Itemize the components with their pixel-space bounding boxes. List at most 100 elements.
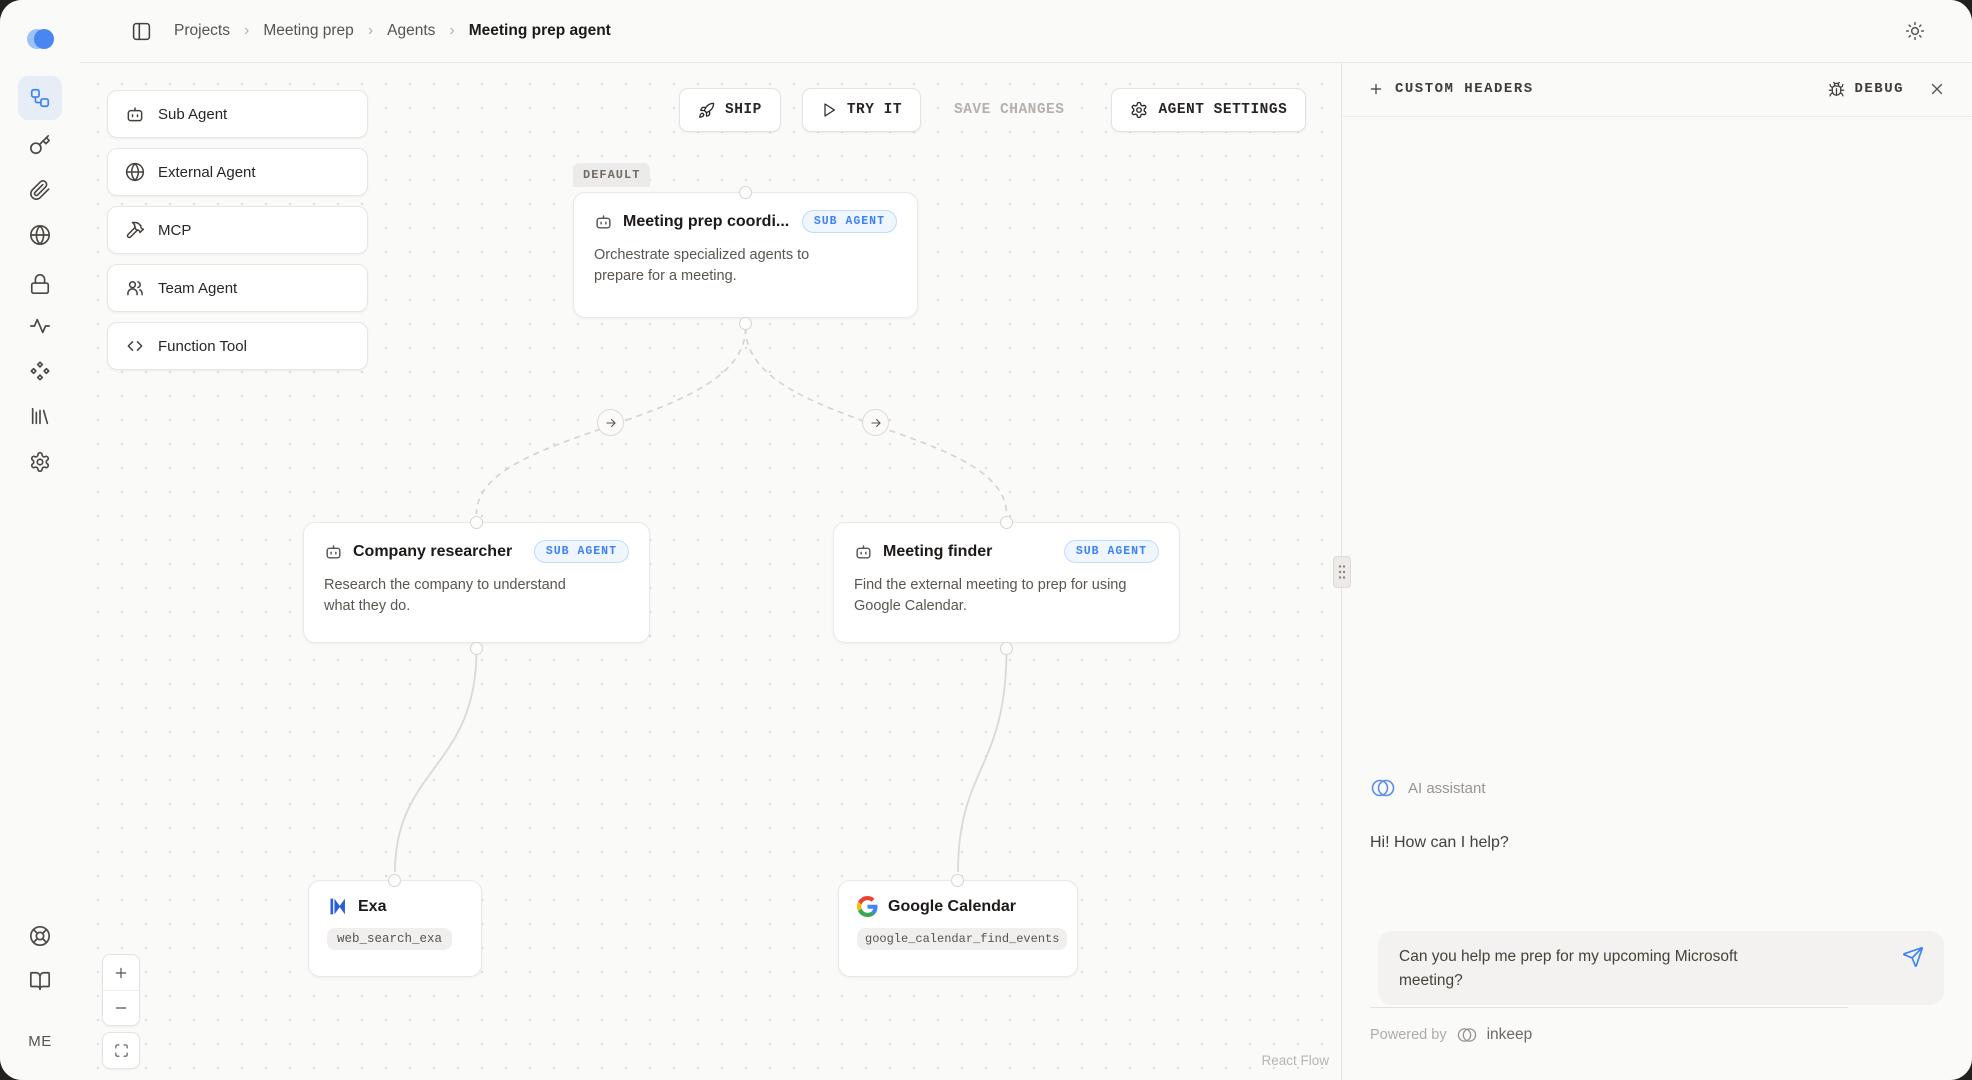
react-flow-attribution[interactable]: React Flow [1261,1053,1329,1068]
sidebar-item-help[interactable] [18,914,62,958]
user-avatar[interactable]: ME [18,1019,62,1063]
send-button[interactable] [1902,946,1924,968]
edge-label-right[interactable] [862,409,889,436]
save-changes-button[interactable]: SAVE CHANGES [935,88,1083,132]
handle-finder-bottom[interactable] [1000,642,1013,655]
handle-coordinator-top[interactable] [739,186,752,199]
palette-label: External Agent [158,164,256,181]
palette-external-agent[interactable]: External Agent [107,148,368,196]
custom-headers-button[interactable]: CUSTOM HEADERS [1368,81,1534,97]
components-icon [29,360,51,382]
handle-researcher-top[interactable] [470,516,483,529]
plus-icon [113,965,129,981]
panel-left-icon [131,21,152,42]
sidebar-item-security[interactable] [18,262,62,306]
zoom-controls [102,954,140,1069]
palette-label: Team Agent [158,280,237,297]
sidebar-item-external-agents[interactable] [18,213,62,257]
sub-agent-badge: SUB AGENT [802,210,897,233]
node-title: Meeting prep coordi... [623,213,789,231]
default-agent-tag: DEFAULT [573,163,650,187]
node-meeting-prep-coordinator[interactable]: Meeting prep coordi... SUB AGENT Orchest… [573,192,918,318]
chat-panel: CUSTOM HEADERS DEBUG AI assistant Hi! Ho… [1341,62,1972,1080]
icon-rail: ME [0,0,80,1080]
sidebar-item-activity[interactable] [18,304,62,348]
chat-input-value: Can you help me prep for my upcoming Mic… [1378,931,1799,993]
zoom-in-button[interactable] [103,955,139,990]
fit-view-button[interactable] [103,1033,139,1068]
top-header: Projects › Meeting prep › Agents › Meeti… [80,0,1972,63]
sub-agent-badge: SUB AGENT [534,540,629,563]
maximize-icon [114,1043,129,1058]
sidebar-item-api-keys[interactable] [18,123,62,167]
handle-researcher-bottom[interactable] [470,642,483,655]
node-google-calendar-tool[interactable]: Google Calendar google_calendar_find_eve… [838,880,1078,977]
close-panel-button[interactable] [1928,80,1946,98]
google-logo [857,896,878,917]
agent-builder-window: ME Projects › Meeting prep › Agents › Me… [0,0,1972,1080]
handle-finder-top[interactable] [1000,516,1013,529]
sidebar-item-credentials[interactable] [18,168,62,212]
try-it-label: TRY IT [847,102,902,118]
debug-button[interactable]: DEBUG [1828,81,1904,98]
send-icon [1902,946,1924,968]
inkeep-assistant-logo [1370,777,1396,799]
gear-icon [1130,101,1148,119]
palette-sub-agent[interactable]: Sub Agent [107,90,368,138]
node-title: Exa [358,898,386,916]
panel-resize-grip[interactable] [1333,556,1351,588]
try-it-button[interactable]: TRY IT [802,88,921,132]
lock-icon [29,273,51,295]
breadcrumb-meeting-prep[interactable]: Meeting prep [263,22,353,40]
assistant-message: Hi! How can I help? [1370,834,1509,852]
node-palette: Sub Agent External Agent MCP Team Agent … [107,90,368,370]
sidebar-item-docs[interactable] [18,959,62,1003]
sidebar-item-components[interactable] [18,349,62,393]
sub-agent-badge: SUB AGENT [1064,540,1159,563]
hammer-icon [125,220,145,240]
assistant-header: AI assistant [1370,777,1486,799]
sidebar-item-workflow[interactable] [18,76,62,120]
edge-label-left[interactable] [597,409,624,436]
palette-label: Sub Agent [158,106,227,123]
play-icon [821,102,837,118]
key-icon [29,134,51,156]
theme-toggle[interactable] [1898,14,1932,48]
life-buoy-icon [29,925,51,947]
chat-divider [1370,1007,1848,1008]
node-company-researcher[interactable]: Company researcher SUB AGENT Research th… [303,522,650,643]
breadcrumb-projects[interactable]: Projects [174,22,230,40]
gear-icon [29,451,51,473]
chevron-right-icon: › [368,22,373,40]
node-title: Company researcher [353,543,512,561]
palette-mcp[interactable]: MCP [107,206,368,254]
close-icon [1928,80,1946,98]
powered-by[interactable]: Powered by inkeep [1370,1026,1532,1044]
ship-button[interactable]: SHIP [679,88,781,132]
handle-exa-top[interactable] [388,874,401,887]
tool-id-tag: google_calendar_find_events [857,928,1067,950]
activity-icon [29,315,51,337]
inkeep-logo[interactable] [24,26,58,52]
flow-canvas[interactable]: Sub Agent External Agent MCP Team Agent … [80,62,1341,1080]
sidebar-item-library[interactable] [18,394,62,438]
canvas-toolbar: SHIP TRY IT SAVE CHANGES AGENT SETTINGS [679,88,1306,132]
palette-team-agent[interactable]: Team Agent [107,264,368,312]
node-meeting-finder[interactable]: Meeting finder SUB AGENT Find the extern… [833,522,1180,643]
inkeep-brand-label: inkeep [1487,1026,1533,1044]
panel-left-toggle[interactable] [124,14,158,48]
breadcrumb-agents[interactable]: Agents [387,22,435,40]
chat-input[interactable]: Can you help me prep for my upcoming Mic… [1378,931,1944,1005]
handle-coordinator-bottom[interactable] [739,317,752,330]
agent-settings-button[interactable]: AGENT SETTINGS [1111,88,1306,132]
zoom-out-button[interactable] [103,990,139,1025]
breadcrumb: Projects › Meeting prep › Agents › Meeti… [174,22,611,40]
custom-headers-label: CUSTOM HEADERS [1395,81,1534,97]
rocket-icon [698,102,715,119]
palette-function-tool[interactable]: Function Tool [107,322,368,370]
arrow-right-icon [604,416,618,430]
sidebar-item-settings[interactable] [18,440,62,484]
minus-icon [113,1000,129,1016]
node-exa-tool[interactable]: Exa web_search_exa [308,880,482,977]
handle-gcal-top[interactable] [951,874,964,887]
